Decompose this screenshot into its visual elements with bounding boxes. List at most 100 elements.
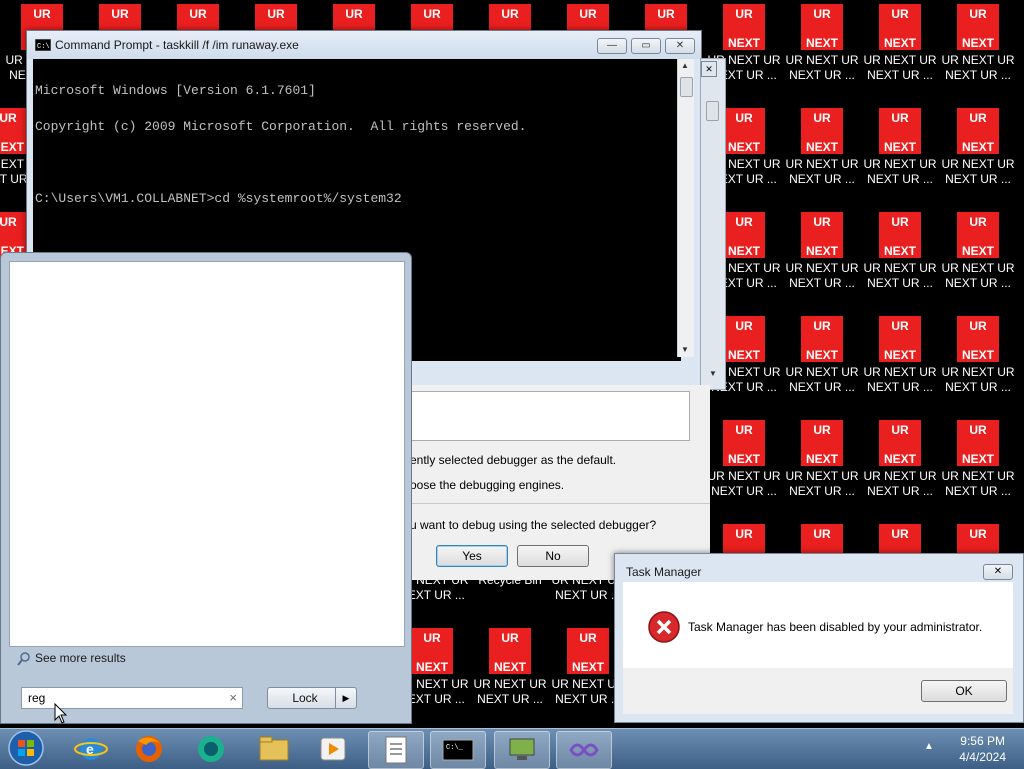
icon-text-top: UR [579,631,597,645]
maximize-button[interactable]: ▭ [631,38,661,54]
cmd-title: Command Prompt - taskkill /f /im runaway… [55,38,299,52]
firefox-icon[interactable] [122,731,176,767]
desktop-icon[interactable]: UR NEXT UR NEXT URNEXT UR ... [706,420,782,520]
icon-text-bottom: NEXT [727,348,760,362]
search-results-panel [9,261,405,647]
internet-explorer-icon[interactable]: e [64,731,118,767]
desktop-icon[interactable]: UR NEXT UR NEXT URNEXT UR ... [472,628,548,728]
clear-search-icon[interactable]: × [229,690,237,705]
task-manager-dialog[interactable]: Task Manager ✕ Task Manager has been dis… [614,553,1024,723]
desktop-icon[interactable]: UR NEXT UR NEXT URNEXT UR ... [784,316,860,416]
desktop-icon-label: UR NEXT URNEXT UR ... [785,469,859,498]
command-prompt-icon[interactable]: C:\_ [430,731,486,769]
desktop-icon[interactable]: UR NEXT UR NEXT URNEXT UR ... [940,212,1016,312]
power-options-arrow-icon[interactable]: ▶ [335,687,357,709]
system-clock[interactable]: 9:56 PM 4/4/2024 [959,733,1006,765]
icon-text-top: UR [345,7,363,21]
show-hidden-icons-arrow[interactable]: ▲ [924,741,934,752]
icon-text-bottom: NEXT [0,140,24,154]
desktop-icon[interactable]: UR NEXT UR NEXT URNEXT UR ... [940,420,1016,520]
visual-studio-icon[interactable] [556,731,612,769]
remote-desktop-icon[interactable] [494,731,550,769]
dialog-close-button[interactable]: ✕ [983,564,1013,580]
icon-text-bottom: NEXT [493,660,526,674]
scroll-thumb[interactable] [680,77,693,97]
ur-next-image: UR NEXT [801,316,843,362]
desktop-icon[interactable]: UR NEXT UR NEXT URNEXT UR ... [862,212,938,312]
lock-button[interactable]: Lock [267,687,343,709]
desktop-icon[interactable]: UR NEXT UR NEXT URNEXT UR ... [784,4,860,104]
notepad-icon[interactable] [368,731,424,769]
icon-text-bottom: NEXT [883,348,916,362]
background-scroll-down[interactable]: ▼ [709,369,717,378]
start-orb-icon[interactable] [2,729,46,767]
icon-text-bottom: NEXT [805,36,838,50]
ur-next-image: UR NEXT [723,108,765,154]
icon-text-top: UR [813,423,831,437]
desktop-icon-label: UR NEXT URNEXT UR ... [863,157,937,186]
cmd-icon: C:\ [35,39,51,51]
ur-next-image: UR NEXT [879,4,921,50]
desktop-icon-label: UR NEXT URNEXT UR ... [941,53,1015,82]
cmd-line [35,229,679,241]
icon-text-bottom: NEXT [883,140,916,154]
icon-text-top: UR [813,319,831,333]
desktop-icon[interactable]: UR NEXT UR NEXT URNEXT UR ... [940,4,1016,104]
scroll-up-arrow[interactable]: ▲ [681,61,689,70]
desktop-icon[interactable]: UR NEXT UR NEXT URNEXT UR ... [862,108,938,208]
dialog-footer: OK [623,668,1013,714]
chat-app-icon[interactable] [184,731,238,767]
icon-text-top: UR [891,111,909,125]
icon-text-bottom: NEXT [805,348,838,362]
ur-next-image: UR NEXT [489,628,531,674]
error-icon [648,611,680,643]
background-close-button[interactable]: ✕ [701,61,717,77]
ok-button[interactable]: OK [921,680,1007,702]
desktop-icon[interactable]: UR NEXT UR NEXT URNEXT UR ... [862,420,938,520]
error-message: Task Manager has been disabled by your a… [688,620,983,634]
ur-next-image: UR NEXT [411,628,453,674]
cmd-line [35,157,679,169]
icon-text-top: UR [969,319,987,333]
desktop-icon-label: UR NEXT URNEXT UR ... [785,365,859,394]
desktop-icon[interactable]: UR NEXT UR NEXT URNEXT UR ... [862,4,938,104]
icon-text-top: UR [969,215,987,229]
no-button[interactable]: No [517,545,589,567]
icon-text-bottom: NEXT [961,36,994,50]
minimize-button[interactable]: — [597,38,627,54]
desktop-icon[interactable]: UR NEXT UR NEXT URNEXT UR ... [784,108,860,208]
icon-text-bottom: NEXT [961,348,994,362]
task-manager-title: Task Manager [626,565,702,579]
icon-text-top: UR [0,111,17,125]
media-player-icon[interactable] [306,731,360,767]
background-scroll-thumb[interactable] [706,101,719,121]
scroll-down-arrow[interactable]: ▼ [681,345,689,354]
cmd-scrollbar[interactable]: ▲ ▼ [677,59,694,357]
yes-button[interactable]: Yes [436,545,508,567]
ur-next-image: UR NEXT [723,212,765,258]
desktop-icon[interactable]: UR NEXT UR NEXT URNEXT UR ... [862,316,938,416]
start-menu: See more results reg × Lock ▶ [0,252,412,724]
cmd-titlebar[interactable]: C:\ Command Prompt - taskkill /f /im run… [27,31,701,59]
desktop-icon[interactable]: UR NEXT UR NEXT URNEXT UR ... [784,212,860,312]
close-button[interactable]: ✕ [665,38,695,54]
icon-text-bottom: NEXT [883,452,916,466]
desktop-icon[interactable]: UR NEXT UR NEXT URNEXT UR ... [940,316,1016,416]
icon-text-top: UR [33,7,51,21]
debugger-listbox[interactable] [410,391,690,441]
cmd-line: Copyright (c) 2009 Microsoft Corporation… [35,119,527,134]
magnifier-icon [17,652,30,666]
ur-next-image: UR NEXT [879,316,921,362]
debugger-separator [410,503,710,504]
icon-text-bottom: NEXT [961,452,994,466]
desktop-icon-label: UR NEXT URNEXT UR ... [863,53,937,82]
icon-text-top: UR [813,215,831,229]
see-more-results-link[interactable]: See more results [35,651,126,665]
icon-text-top: UR [891,215,909,229]
file-explorer-icon[interactable] [247,731,301,767]
ur-next-image: UR NEXT [723,420,765,466]
desktop-icon[interactable]: UR NEXT UR NEXT URNEXT UR ... [940,108,1016,208]
icon-text-top: UR [111,7,129,21]
desktop-icon[interactable]: UR NEXT UR NEXT URNEXT UR ... [784,420,860,520]
icon-text-bottom: NEXT [727,36,760,50]
